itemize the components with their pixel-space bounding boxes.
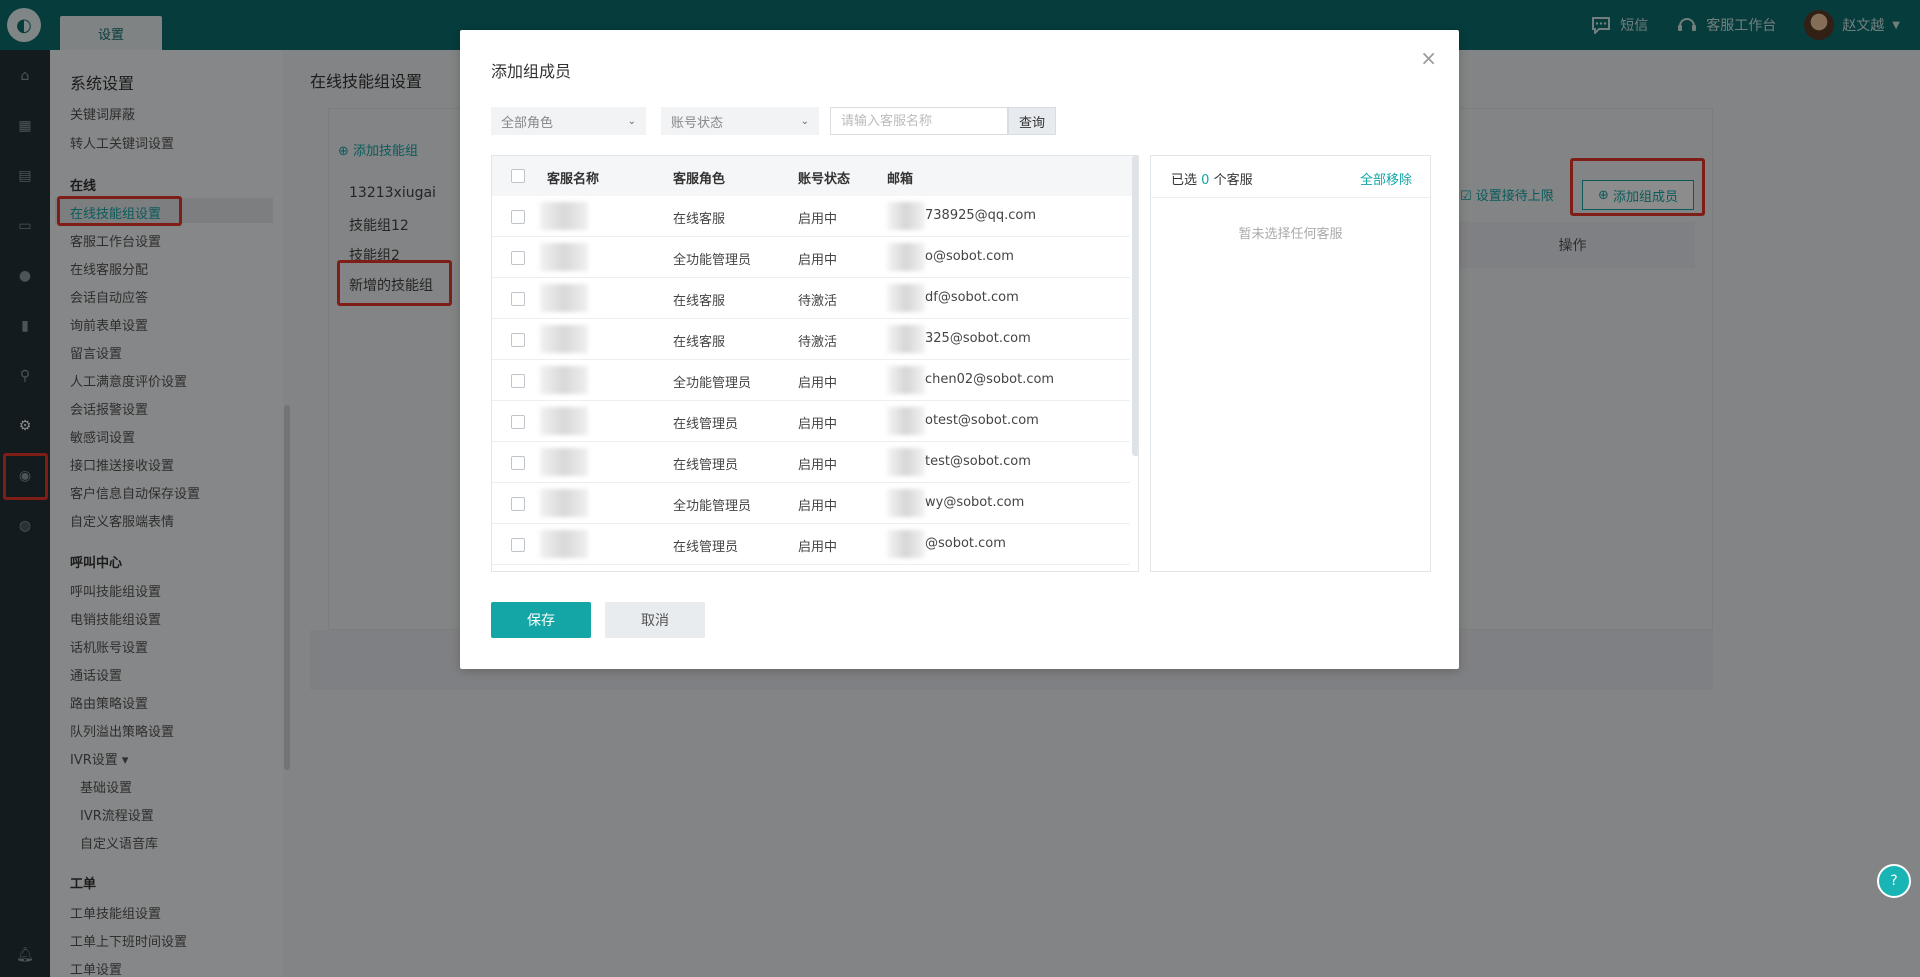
role-select[interactable]: 全部角色 ⌄ [491, 107, 646, 135]
help-button[interactable]: ? [1877, 864, 1911, 898]
select-all-checkbox[interactable] [511, 169, 525, 183]
redacted-email [887, 284, 925, 312]
role-cell: 在线客服 [673, 294, 726, 309]
email-cell: test@sobot.com [925, 454, 1031, 469]
selected-header: 已选 0 个客服 全部移除 [1151, 156, 1430, 198]
row-checkbox[interactable] [511, 251, 525, 265]
redacted-name [540, 202, 588, 230]
column-header: 客服名称 [547, 172, 600, 187]
save-button[interactable]: 保存 [491, 602, 591, 638]
email-cell: o@sobot.com [925, 249, 1014, 264]
redacted-email [887, 448, 925, 476]
redacted-name [540, 366, 588, 394]
email-cell: chen02@sobot.com [925, 372, 1055, 387]
redacted-name [540, 325, 588, 353]
table-row[interactable]: 全功能管理员 启用中 o@sobot.com [492, 237, 1130, 278]
table-row[interactable]: 在线客服 启用中 738925@qq.com [492, 196, 1130, 237]
email-cell: df@sobot.com [925, 290, 1019, 305]
table-row[interactable]: 全功能管理员 启用中 wy@sobot.com [492, 483, 1130, 524]
status-cell: 启用中 [798, 253, 838, 268]
empty-state: 暂未选择任何客服 [1238, 227, 1343, 242]
email-cell: otest@sobot.com [925, 413, 1039, 428]
role-cell: 在线管理员 [673, 540, 739, 555]
row-checkbox[interactable] [511, 292, 525, 306]
add-member-dialog: 添加组成员 × 全部角色 ⌄ 账号状态 ⌄ 查询 客服名称 客服角色 账号状态 … [460, 30, 1459, 669]
row-checkbox[interactable] [511, 210, 525, 224]
status-cell: 启用中 [798, 376, 838, 391]
cancel-button[interactable]: 取消 [605, 602, 705, 638]
redacted-name [540, 243, 588, 271]
email-cell: 325@sobot.com [925, 331, 1031, 346]
selected-summary: 已选 0 个客服 [1171, 169, 1253, 188]
table-row[interactable]: 在线管理员 启用中 otest@sobot.com [492, 401, 1130, 442]
redacted-email [887, 202, 925, 230]
selected-suffix: 个客服 [1213, 173, 1253, 188]
status-cell: 启用中 [798, 458, 838, 473]
redacted-email [887, 366, 925, 394]
column-header: 客服角色 [673, 172, 726, 187]
dialog-title: 添加组成员 [491, 62, 572, 81]
redacted-email [887, 407, 925, 435]
status-cell: 待激活 [798, 335, 838, 350]
row-checkbox[interactable] [511, 456, 525, 470]
selected-count: 0 [1201, 173, 1210, 188]
role-cell: 在线客服 [673, 212, 726, 227]
row-checkbox[interactable] [511, 415, 525, 429]
role-cell: 在线管理员 [673, 417, 739, 432]
status-cell: 启用中 [798, 417, 838, 432]
table-row[interactable]: 在线管理员 启用中 @sobot.com [492, 524, 1130, 565]
email-cell: wy@sobot.com [925, 495, 1025, 510]
table-row[interactable]: 在线客服 待激活 df@sobot.com [492, 278, 1130, 319]
email-cell: 738925@qq.com [925, 208, 1037, 223]
redacted-name [540, 284, 588, 312]
row-checkbox[interactable] [511, 333, 525, 347]
redacted-name [540, 448, 588, 476]
status-cell: 启用中 [798, 499, 838, 514]
status-select[interactable]: 账号状态 ⌄ [661, 107, 819, 135]
chevron-down-icon: ⌄ [800, 115, 809, 127]
role-cell: 全功能管理员 [673, 253, 752, 268]
status-cell: 启用中 [798, 212, 838, 227]
column-header: 账号状态 [798, 172, 851, 187]
chevron-down-icon: ⌄ [627, 115, 636, 127]
table-row[interactable]: 在线管理员 启用中 test@sobot.com [492, 442, 1130, 483]
role-cell: 在线客服 [673, 335, 726, 350]
row-checkbox[interactable] [511, 538, 525, 552]
role-cell: 在线管理员 [673, 458, 739, 473]
role-cell: 全功能管理员 [673, 499, 752, 514]
selected-prefix: 已选 [1171, 173, 1198, 188]
redacted-email [887, 325, 925, 353]
agent-name-input[interactable] [830, 107, 1008, 135]
status-cell: 启用中 [798, 540, 838, 555]
redacted-email [887, 489, 925, 517]
close-icon[interactable]: × [1420, 46, 1437, 70]
table-header: 客服名称 客服角色 账号状态 邮箱 [492, 156, 1138, 196]
table-row[interactable]: 全功能管理员 启用中 chen02@sobot.com [492, 360, 1130, 401]
email-cell: @sobot.com [925, 536, 1006, 551]
selected-panel: 已选 0 个客服 全部移除 暂未选择任何客服 [1150, 155, 1431, 572]
redacted-name [540, 530, 588, 558]
status-cell: 待激活 [798, 294, 838, 309]
agent-table: 客服名称 客服角色 账号状态 邮箱 在线客服 启用中 738925@qq.com… [491, 155, 1139, 572]
redacted-name [540, 407, 588, 435]
column-header: 邮箱 [887, 172, 914, 187]
redacted-email [887, 530, 925, 558]
row-checkbox[interactable] [511, 374, 525, 388]
remove-all-link[interactable]: 全部移除 [1360, 169, 1412, 188]
query-button[interactable]: 查询 [1008, 107, 1056, 135]
redacted-email [887, 243, 925, 271]
role-select-value: 全部角色 [501, 115, 554, 131]
role-cell: 全功能管理员 [673, 376, 752, 391]
status-select-value: 账号状态 [671, 115, 724, 131]
redacted-name [540, 489, 588, 517]
row-checkbox[interactable] [511, 497, 525, 511]
table-scrollbar[interactable] [1132, 156, 1138, 456]
table-row[interactable]: 在线客服 待激活 325@sobot.com [492, 319, 1130, 360]
